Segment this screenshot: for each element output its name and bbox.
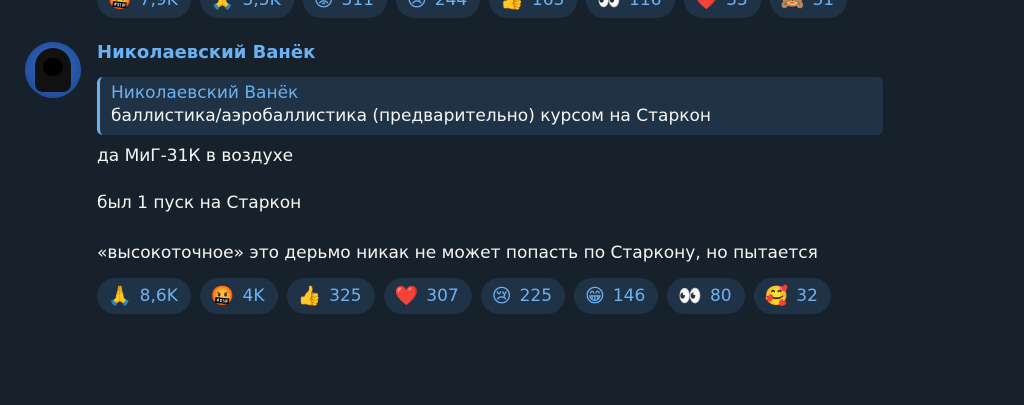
reply-quote-text: баллистика/аэробаллистика (предварительн… <box>111 106 712 126</box>
reaction-emoji: 👍 <box>500 0 524 10</box>
reaction-count: 325 <box>329 286 362 306</box>
reaction-chip[interactable]: 🥰 32 <box>753 278 831 314</box>
reaction-count: 3,5K <box>242 0 281 10</box>
reply-quote-author: Николаевский Ванёк <box>111 83 299 103</box>
reply-quote[interactable]: Николаевский Ванёк баллистика/аэробаллис… <box>97 77 883 135</box>
reaction-emoji: ❤️ <box>695 0 719 10</box>
reaction-count: 35 <box>726 0 748 10</box>
sender-name[interactable]: Николаевский Ванёк <box>97 42 315 63</box>
reaction-emoji: 🤬 <box>210 284 235 307</box>
reaction-chip[interactable]: 👀 116 <box>586 0 675 18</box>
reaction-count: 32 <box>796 286 818 306</box>
reaction-chip[interactable]: 🙏 8,6K <box>97 278 191 314</box>
reaction-emoji: 😢 <box>407 0 427 10</box>
reaction-chip[interactable]: 🤬 7,9K <box>97 0 191 18</box>
reaction-emoji: 😢 <box>491 284 512 307</box>
reaction-count: 4K <box>242 286 265 306</box>
reaction-emoji: 🤬 <box>108 0 132 10</box>
avatar[interactable] <box>25 42 81 98</box>
avatar-face-shape <box>43 58 63 76</box>
reaction-count: 244 <box>434 0 468 10</box>
reaction-chip[interactable]: 😢 225 <box>480 278 566 314</box>
reaction-count: 7,9K <box>139 0 178 10</box>
reaction-emoji: 🥰 <box>764 284 789 307</box>
reaction-count: 31 <box>812 0 835 10</box>
reaction-chip[interactable]: 🙈 31 <box>769 0 848 18</box>
reaction-count: 146 <box>612 286 646 306</box>
reaction-chip[interactable]: 🙏 3,5K <box>199 0 294 18</box>
message-text-line: да МиГ-31К в воздухе <box>97 146 294 166</box>
reaction-emoji: ❤️ <box>394 284 419 307</box>
reaction-count: 307 <box>426 286 459 306</box>
reaction-chip[interactable]: ❤️ 35 <box>683 0 761 18</box>
reaction-emoji: 👍 <box>297 284 322 307</box>
previous-message-reactions: 🤬 7,9K 🙏 3,5K 😡 311 😢 244 👍 163 👀 116 ❤️ 35 🙈 31 <box>97 0 848 18</box>
reaction-count: 225 <box>519 286 553 306</box>
reaction-chip[interactable]: 😁 146 <box>574 278 659 314</box>
reaction-emoji: 👀 <box>597 0 621 10</box>
reaction-emoji: 👀 <box>678 284 702 307</box>
reaction-emoji: 🙈 <box>781 0 805 10</box>
reaction-count: 116 <box>629 0 662 10</box>
reaction-chip[interactable]: 😡 311 <box>302 0 387 18</box>
reaction-emoji: 😁 <box>585 284 605 307</box>
reaction-emoji: 🙏 <box>211 0 235 10</box>
reaction-count: 311 <box>341 0 374 10</box>
reaction-count: 8,6K <box>139 286 178 306</box>
reaction-emoji: 😡 <box>314 0 334 10</box>
reaction-count: 80 <box>709 286 732 306</box>
reaction-chip[interactable]: 🤬 4K <box>199 278 278 314</box>
reaction-chip[interactable]: 😢 244 <box>395 0 481 18</box>
reaction-chip[interactable]: 👍 163 <box>489 0 578 18</box>
message-reactions: 🙏 8,6K 🤬 4K 👍 325 ❤️ 307 😢 225 😁 146 👀 80 🥰 32 <box>97 278 857 314</box>
reaction-emoji: 🙏 <box>108 284 132 307</box>
reaction-chip[interactable]: 👍 325 <box>286 278 375 314</box>
message-text-line: был 1 пуск на Старкон <box>97 193 302 213</box>
reaction-chip[interactable]: 👀 80 <box>667 278 745 314</box>
message-text-line: «высокоточное» это дерьмо никак не может… <box>97 243 818 263</box>
reaction-chip[interactable]: ❤️ 307 <box>383 278 472 314</box>
reaction-count: 163 <box>531 0 565 10</box>
